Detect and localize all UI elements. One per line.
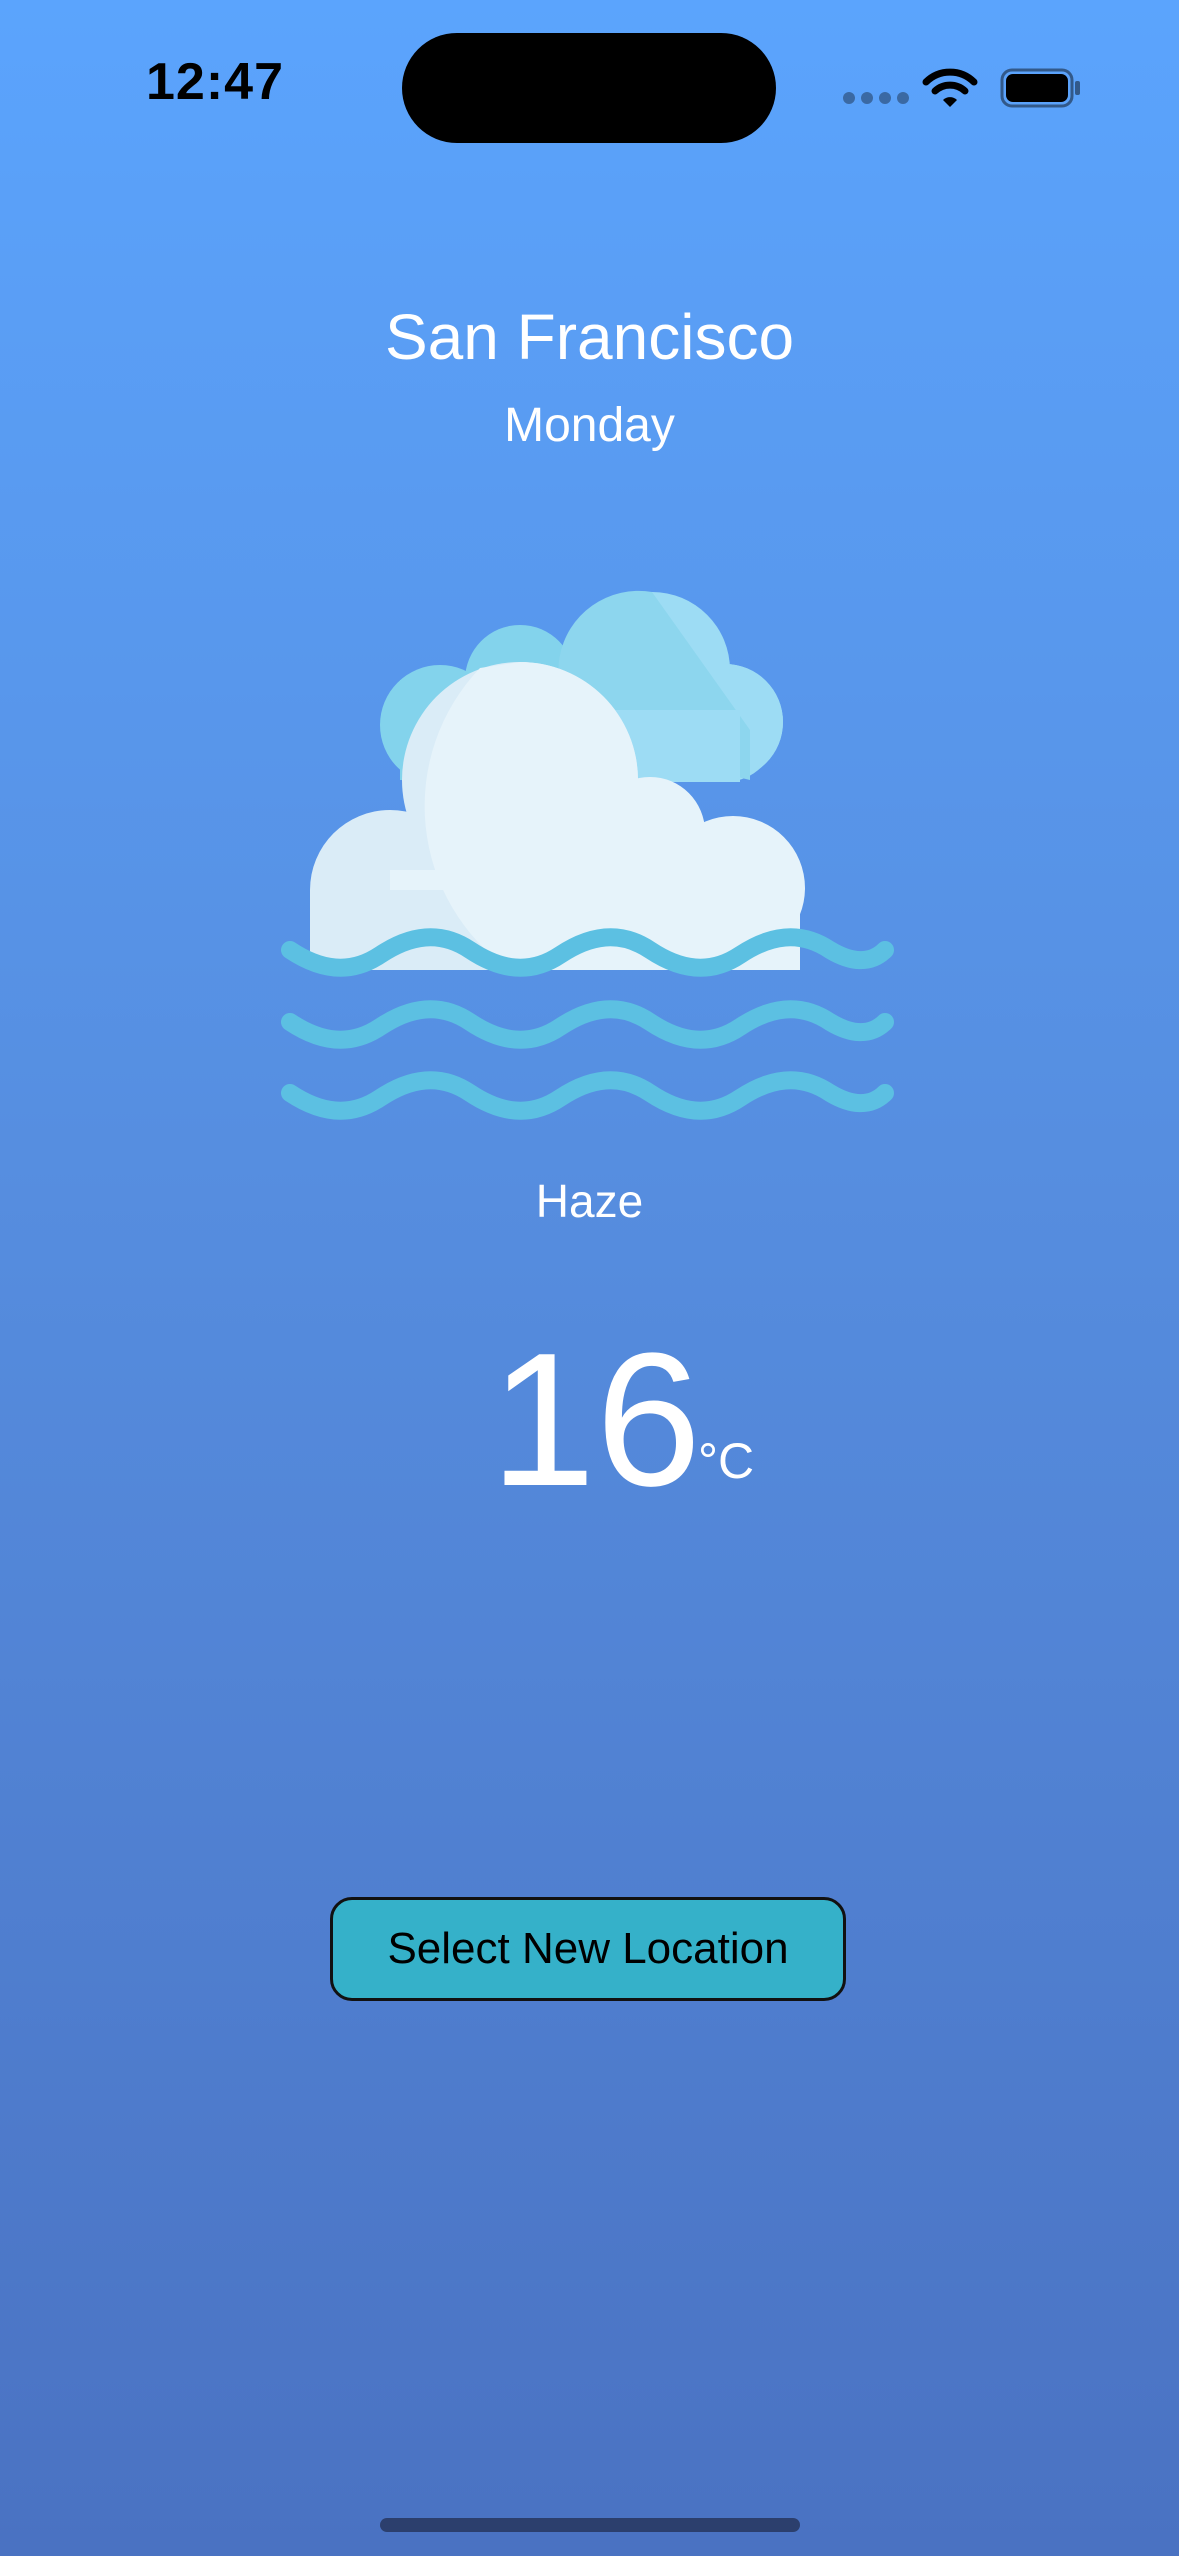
battery-icon [1000,68,1080,108]
temperature-display: 16 °C [490,1320,790,1520]
weather-condition: Haze [535,1175,644,1227]
day-label: Monday [504,399,675,452]
city-name: San Francisco [384,301,795,373]
signal-dots-icon [843,92,909,104]
haze-cloud-icon [281,590,894,1120]
status-time: 12:47 [146,53,284,111]
select-new-location-button[interactable]: Select New Location [330,1897,846,2001]
weather-screen: 12:47 San Francisco Monday Haze 16 °C Se… [0,0,1179,2556]
home-indicator[interactable] [380,2518,800,2532]
temperature-value: 16 [490,1314,702,1526]
temperature-unit: °C [698,1433,755,1489]
dynamic-island [402,33,776,143]
wifi-icon [922,68,978,107]
